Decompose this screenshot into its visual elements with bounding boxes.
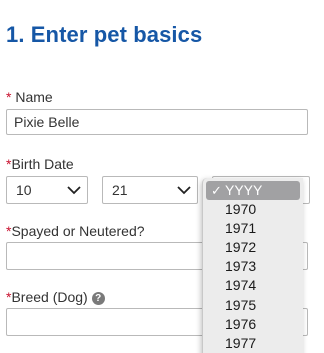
year-option[interactable]: 1975 xyxy=(203,296,303,315)
help-icon[interactable]: ? xyxy=(91,292,105,305)
pet-basics-form: 1. Enter pet basics * Name Pixie Belle *… xyxy=(0,0,324,353)
birth-date-label-text: Birth Date xyxy=(11,156,74,172)
birth-year-dropdown-menu: ✓ YYYY 1970 1971 1972 1973 1974 1975 197… xyxy=(202,178,303,353)
chevron-down-icon xyxy=(177,186,191,195)
chevron-down-icon xyxy=(67,186,81,195)
checkmark-icon: ✓ xyxy=(211,183,222,198)
spayed-label: *Spayed or Neutered? xyxy=(6,223,145,239)
birth-day-select[interactable]: 21 xyxy=(102,176,198,204)
name-input[interactable]: Pixie Belle xyxy=(6,109,308,135)
birth-month-select[interactable]: 10 xyxy=(6,176,88,204)
breed-label: *Breed (Dog)? xyxy=(6,289,105,305)
year-option[interactable]: 1976 xyxy=(203,315,303,334)
birth-month-value: 10 xyxy=(16,182,32,198)
year-option[interactable]: 1974 xyxy=(203,276,303,295)
year-option[interactable]: 1973 xyxy=(203,257,303,276)
page-title: 1. Enter pet basics xyxy=(6,22,203,47)
spayed-label-text: Spayed or Neutered? xyxy=(11,223,145,239)
year-option[interactable]: 1970 xyxy=(203,200,303,219)
year-option-label: YYYY xyxy=(225,182,263,198)
breed-label-text: Breed (Dog) xyxy=(11,289,88,305)
year-option[interactable]: 1972 xyxy=(203,238,303,257)
year-option-selected[interactable]: ✓ YYYY xyxy=(206,181,300,201)
name-label-text: Name xyxy=(15,89,53,105)
year-option[interactable]: 1971 xyxy=(203,219,303,238)
birth-day-value: 21 xyxy=(112,182,128,198)
name-label: * Name xyxy=(6,89,53,105)
year-option[interactable]: 1977 xyxy=(203,334,303,353)
birth-date-label: *Birth Date xyxy=(6,156,74,172)
required-mark: * xyxy=(6,89,12,105)
